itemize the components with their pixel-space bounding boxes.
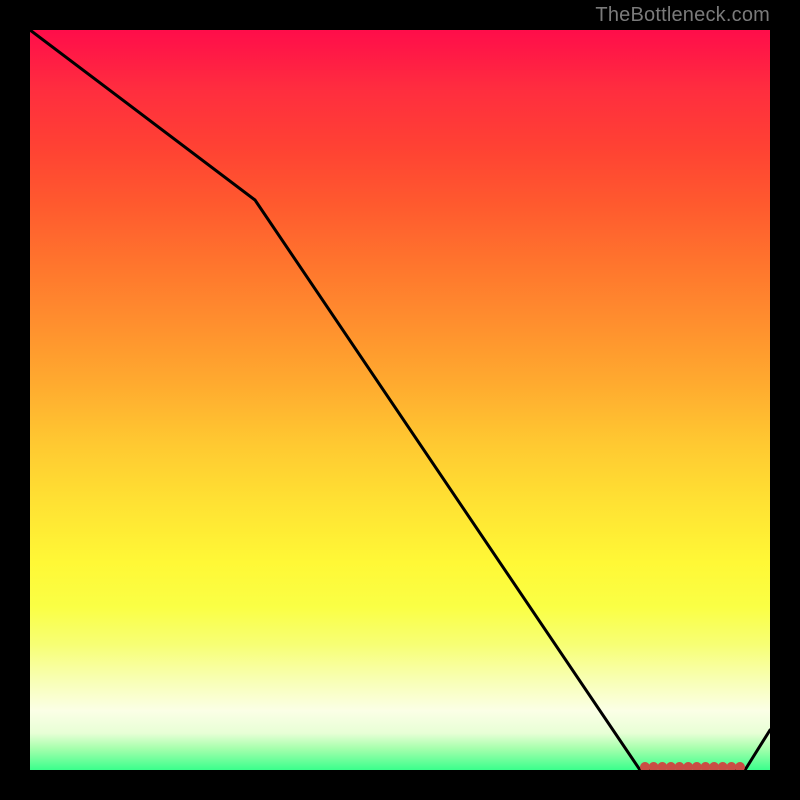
flat-segment-dots	[640, 762, 745, 770]
dot-marker	[726, 762, 736, 770]
dot-marker	[666, 762, 676, 770]
dot-marker	[649, 762, 659, 770]
dot-marker	[640, 762, 650, 770]
chart-svg	[30, 30, 770, 770]
dot-marker	[709, 762, 719, 770]
dot-marker	[735, 762, 745, 770]
gradient-plot-area	[30, 30, 770, 770]
dot-marker	[675, 762, 685, 770]
dot-marker	[683, 762, 693, 770]
chart-frame: TheBottleneck.com	[0, 0, 800, 800]
dot-marker	[692, 762, 702, 770]
main-curve	[30, 30, 770, 770]
dot-marker	[657, 762, 667, 770]
watermark-text: TheBottleneck.com	[595, 4, 770, 27]
dot-marker	[701, 762, 711, 770]
dot-marker	[718, 762, 728, 770]
